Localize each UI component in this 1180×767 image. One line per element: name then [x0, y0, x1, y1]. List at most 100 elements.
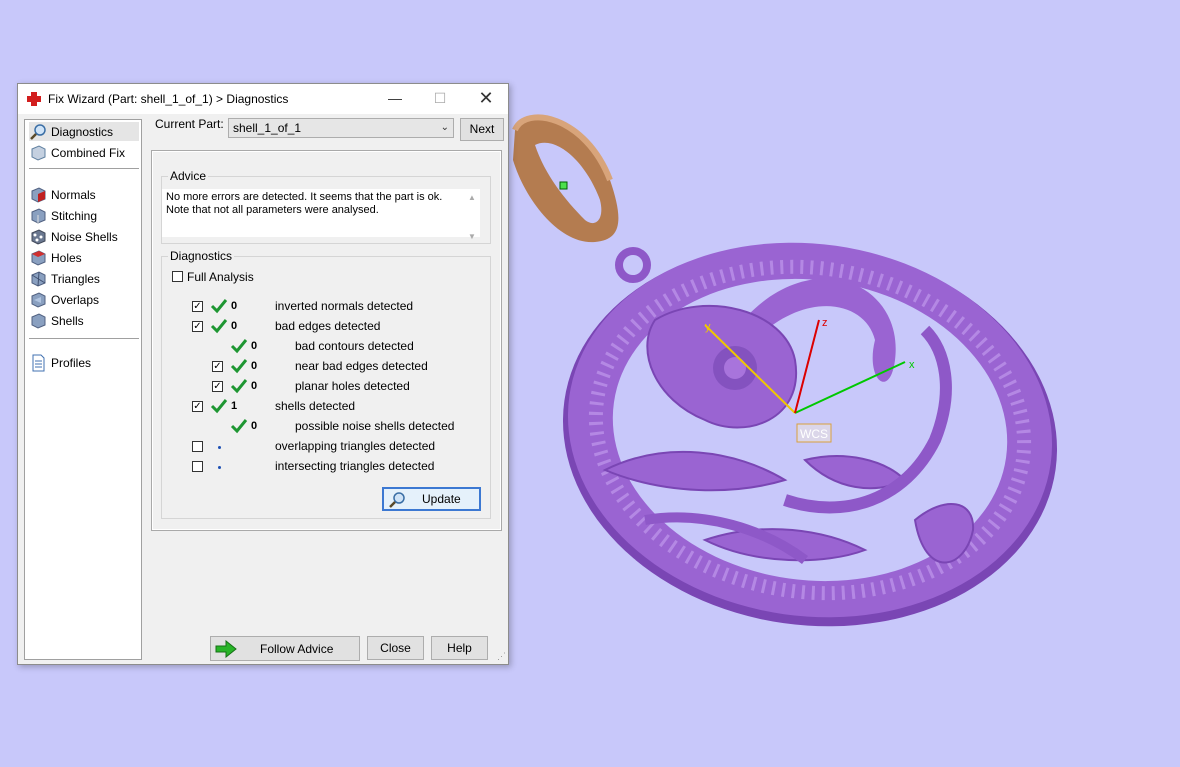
- inverted-normals-text: inverted normals detected: [275, 299, 414, 313]
- shells-checkbox[interactable]: ✓: [192, 401, 203, 412]
- green-arrow-icon: [215, 640, 237, 658]
- advice-line-2: Note that not all parameters were analys…: [166, 204, 379, 216]
- resize-grip-icon[interactable]: ⋰: [497, 651, 506, 662]
- follow-advice-button[interactable]: Follow Advice: [210, 636, 360, 661]
- axis-label-z: z: [822, 317, 828, 329]
- cube-icon: [31, 144, 46, 161]
- green-check-icon: [230, 379, 248, 394]
- planar-holes-count: 0: [251, 380, 258, 392]
- bad-edges-text: bad edges detected: [275, 319, 381, 333]
- green-check-icon: [210, 299, 228, 314]
- advice-group-title: Advice: [168, 169, 209, 183]
- bad-contours-count: 0: [251, 340, 258, 352]
- sidebar-separator: [29, 338, 139, 339]
- sidebar-item-diagnostics[interactable]: Diagnostics: [29, 122, 139, 141]
- overlapping-triangles-checkbox[interactable]: [192, 441, 203, 452]
- title-bar[interactable]: Fix Wizard (Part: shell_1_of_1) > Diagno…: [18, 84, 508, 114]
- current-part-label: Current Part:: [155, 117, 224, 131]
- shells-text: shells detected: [275, 399, 356, 413]
- bad-contours-text: bad contours detected: [295, 339, 414, 353]
- noise-shells-icon: [31, 228, 46, 245]
- bad-edges-count: 0: [231, 320, 238, 332]
- shells-cube-icon: [31, 312, 46, 329]
- bail-model[interactable]: [512, 114, 619, 243]
- sidebar-item-label: Triangles: [51, 271, 100, 286]
- sidebar-item-combined-fix[interactable]: Combined Fix: [29, 143, 139, 162]
- sidebar-item-normals[interactable]: Normals: [29, 185, 139, 204]
- advice-scrollbar[interactable]: ▲ ▼: [466, 191, 478, 241]
- green-check-icon: [230, 419, 248, 434]
- full-analysis-checkbox[interactable]: [172, 271, 183, 282]
- green-check-icon: [230, 359, 248, 374]
- near-bad-edges-checkbox[interactable]: ✓: [212, 361, 223, 372]
- stitching-cube-icon: [31, 207, 46, 224]
- sidebar-item-shells[interactable]: Shells: [29, 311, 139, 330]
- sidebar-separator: [29, 168, 139, 169]
- inverted-normals-checkbox[interactable]: ✓: [192, 301, 203, 312]
- next-button[interactable]: Next: [460, 118, 504, 141]
- near-bad-edges-text: near bad edges detected: [295, 359, 428, 373]
- red-cross-icon: [27, 92, 41, 106]
- profiles-doc-icon: [32, 354, 45, 371]
- close-window-button[interactable]: ✕: [464, 84, 508, 114]
- sidebar-item-label: Shells: [51, 313, 84, 328]
- sidebar-item-label: Stitching: [51, 208, 98, 223]
- axis-label-x: x: [909, 359, 915, 371]
- chevron-down-icon: ⌄: [440, 122, 449, 133]
- maximize-button[interactable]: ☐: [418, 84, 462, 114]
- sidebar-item-triangles[interactable]: Triangles: [29, 269, 139, 288]
- intersecting-triangles-text: intersecting triangles detected: [275, 459, 435, 473]
- shells-count: 1: [231, 400, 238, 412]
- minimize-button[interactable]: —: [373, 84, 417, 114]
- axis-label-y: y: [705, 321, 711, 333]
- wcs-label: WCS: [800, 427, 828, 441]
- sidebar: Diagnostics Combined Fix Normals Stitchi…: [24, 119, 142, 660]
- sidebar-item-label: Overlaps: [51, 292, 100, 307]
- noise-shells-count: 0: [251, 420, 258, 432]
- sidebar-item-label: Diagnostics: [51, 124, 114, 139]
- sidebar-item-stitching[interactable]: Stitching: [29, 206, 139, 225]
- update-label: Update: [422, 492, 461, 506]
- intersecting-triangles-checkbox[interactable]: [192, 461, 203, 472]
- diagnostics-group-title: Diagnostics: [168, 249, 235, 263]
- noise-shells-text: possible noise shells detected: [295, 419, 455, 433]
- update-button[interactable]: Update: [382, 487, 481, 511]
- advice-line-1: No more errors are detected. It seems th…: [166, 191, 443, 203]
- green-check-icon: [210, 319, 228, 334]
- sidebar-item-overlaps[interactable]: Overlaps: [29, 290, 139, 309]
- full-analysis-label: Full Analysis: [187, 270, 254, 284]
- sidebar-item-label: Profiles: [51, 355, 92, 370]
- close-button[interactable]: Close: [367, 636, 424, 660]
- window-title: Fix Wizard (Part: shell_1_of_1) > Diagno…: [48, 92, 289, 106]
- planar-holes-text: planar holes detected: [295, 379, 410, 393]
- 3d-viewport[interactable]: y x z WCS: [505, 100, 1075, 640]
- sidebar-item-label: Noise Shells: [51, 229, 118, 244]
- follow-advice-label: Follow Advice: [260, 642, 334, 656]
- fix-wizard-dialog: Fix Wizard (Part: shell_1_of_1) > Diagno…: [17, 83, 509, 665]
- holes-cube-icon: [31, 249, 46, 266]
- green-check-icon: [230, 339, 248, 354]
- magnifier-icon: [30, 123, 46, 140]
- magnifier-icon: [389, 492, 405, 508]
- current-part-value: shell_1_of_1: [233, 121, 302, 135]
- bad-edges-checkbox[interactable]: ✓: [192, 321, 203, 332]
- planar-holes-checkbox[interactable]: ✓: [212, 381, 223, 392]
- sidebar-item-label: Holes: [51, 250, 82, 265]
- sidebar-item-label: Normals: [51, 187, 96, 202]
- sidebar-item-holes[interactable]: Holes: [29, 248, 139, 267]
- sidebar-item-label: Combined Fix: [51, 145, 126, 160]
- current-part-select[interactable]: shell_1_of_1 ⌄: [228, 118, 454, 138]
- help-button[interactable]: Help: [431, 636, 488, 660]
- pending-dot-icon: [218, 446, 221, 449]
- normals-cube-icon: [31, 186, 46, 203]
- overlaps-cube-icon: [31, 291, 46, 308]
- sidebar-item-profiles[interactable]: Profiles: [29, 353, 139, 372]
- green-check-icon: [210, 399, 228, 414]
- sidebar-item-noise-shells[interactable]: Noise Shells: [29, 227, 139, 246]
- vertex-marker: [559, 181, 568, 190]
- advice-text-box[interactable]: No more errors are detected. It seems th…: [162, 189, 480, 241]
- overlapping-triangles-text: overlapping triangles detected: [275, 439, 436, 453]
- near-bad-edges-count: 0: [251, 360, 258, 372]
- pending-dot-icon: [218, 466, 221, 469]
- inverted-normals-count: 0: [231, 300, 238, 312]
